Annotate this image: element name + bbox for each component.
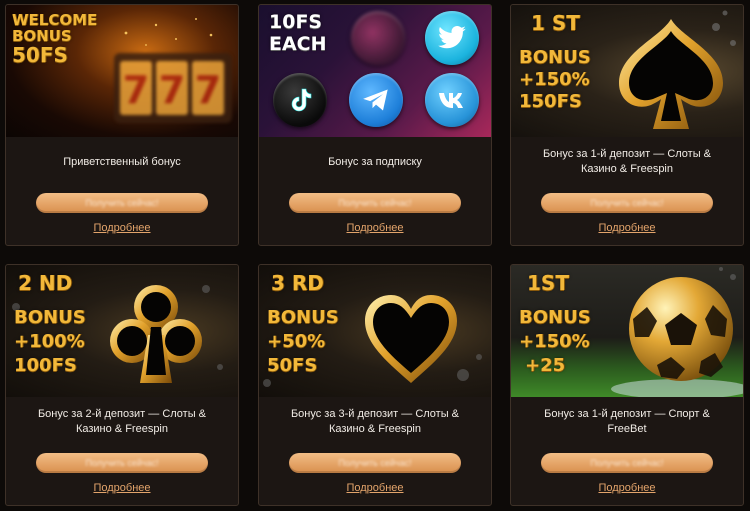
get-now-button[interactable]: Получить сейчас! [289, 193, 461, 213]
get-now-button[interactable]: Получить сейчас! [541, 453, 713, 473]
banner-line-2: EACH [269, 33, 327, 55]
svg-text:7: 7 [195, 68, 221, 112]
telegram-icon [349, 73, 403, 127]
banner-line-1: 2 ND [18, 271, 73, 295]
bonus-card-third-deposit: 3 RD BONUS +50% 50FS Бонус за 3-й депози… [258, 264, 492, 506]
banner-line-2: BONUS [12, 27, 72, 45]
banner-line-4: 100FS [14, 355, 77, 376]
banner-line-1: WELCOME [12, 11, 98, 29]
banner-line-2: BONUS [267, 307, 339, 328]
card-title: Бонус за 1-й депозит — Спорт & FreeBet [544, 408, 710, 435]
banner-line-2: BONUS [14, 307, 86, 328]
card-title: Бонус за подписку [328, 155, 422, 168]
banner-line-3: +100% [14, 331, 85, 352]
card-title: Приветственный бонус [63, 155, 181, 168]
banner-line-4: +25 [525, 355, 566, 376]
banner-sport: 1ST BONUS +150% +25 [511, 265, 743, 397]
details-link[interactable]: Подробнее [259, 222, 491, 234]
bonus-card-first-deposit-casino: 1 ST BONUS +150% 150FS Бонус за 1-й депо… [510, 4, 744, 246]
banner-line-3: 50FS [12, 43, 68, 67]
banner-second-deposit: 2 ND BONUS +100% 100FS [6, 265, 238, 397]
card-title: Бонус за 2-й депозит — Слоты & Казино & F… [37, 408, 207, 435]
get-now-button[interactable]: Получить сейчас! [289, 453, 461, 473]
details-link[interactable]: Подробнее [6, 222, 238, 234]
banner-line-4: 150FS [519, 91, 582, 112]
banner-line-1: 1 ST [531, 11, 580, 35]
get-now-button[interactable]: Получить сейчас! [541, 193, 713, 213]
banner-line-2: BONUS [519, 307, 591, 328]
bonus-card-subscription: 10FS EACH Бонус за подписку Получить сей… [258, 4, 492, 246]
banner-line-3: +50% [267, 331, 326, 352]
bonus-grid: 7 7 7 WELCOME BONUS 50FS Приветственный … [0, 0, 750, 511]
banner-line-3: +150% [519, 69, 590, 90]
details-link[interactable]: Подробнее [511, 482, 743, 494]
svg-text:7: 7 [159, 68, 185, 112]
banner-welcome: 7 7 7 WELCOME BONUS 50FS [6, 5, 238, 137]
twitter-icon [425, 11, 479, 65]
banner-line-3: +150% [519, 331, 590, 352]
vk-icon [425, 73, 479, 127]
bonus-card-second-deposit: 2 ND BONUS +100% 100FS Бонус за 2-й депо… [5, 264, 239, 506]
details-link[interactable]: Подробнее [6, 482, 238, 494]
card-title: Бонус за 3-й депозит — Слоты & Казино & F… [290, 408, 460, 435]
details-link[interactable]: Подробнее [511, 222, 743, 234]
banner-line-1: 3 RD [271, 271, 324, 295]
banner-first-deposit: 1 ST BONUS +150% 150FS [511, 5, 743, 137]
banner-line-1: 10FS [269, 11, 323, 33]
instagram-icon [351, 11, 405, 65]
get-now-button[interactable]: Получить сейчас! [36, 453, 208, 473]
banner-subscription: 10FS EACH [259, 5, 491, 137]
tiktok-icon [273, 73, 327, 127]
bonus-card-first-deposit-sport: 1ST BONUS +150% +25 Бонус за 1-й депозит… [510, 264, 744, 506]
banner-line-1: 1ST [527, 271, 569, 295]
card-title: Бонус за 1-й депозит — Слоты & Казино & F… [542, 148, 712, 175]
banner-third-deposit: 3 RD BONUS +50% 50FS [259, 265, 491, 397]
details-link[interactable]: Подробнее [259, 482, 491, 494]
banner-line-4: 50FS [267, 355, 318, 376]
bonus-card-welcome: 7 7 7 WELCOME BONUS 50FS Приветственный … [5, 4, 239, 246]
get-now-button[interactable]: Получить сейчас! [36, 193, 208, 213]
banner-line-2: BONUS [519, 47, 591, 68]
svg-text:7: 7 [123, 68, 149, 112]
